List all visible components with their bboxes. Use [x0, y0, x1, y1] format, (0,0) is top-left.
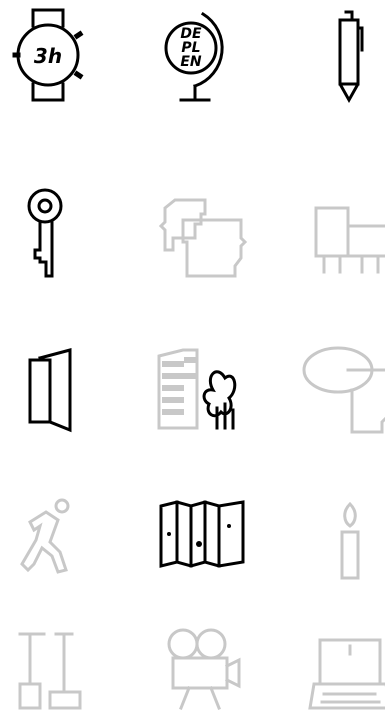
- faces-icon[interactable]: [143, 180, 253, 290]
- screens-icon[interactable]: [290, 180, 385, 290]
- key-icon[interactable]: [0, 180, 110, 290]
- runner-icon[interactable]: [0, 482, 110, 592]
- pen-icon[interactable]: [290, 0, 385, 110]
- laptop-icon[interactable]: [290, 604, 385, 714]
- map-icon[interactable]: [143, 482, 253, 592]
- watch-icon[interactable]: 3h: [0, 0, 110, 110]
- booklet-icon[interactable]: [0, 330, 110, 440]
- candle-icon[interactable]: [290, 482, 385, 592]
- tools-icon[interactable]: [0, 604, 110, 714]
- building-trees-icon[interactable]: [143, 330, 253, 440]
- globe-icon[interactable]: DE PL EN: [143, 0, 253, 110]
- icon-grid: 3h DE PL EN: [0, 0, 385, 714]
- globe-line3: EN: [180, 54, 202, 70]
- camera-icon[interactable]: [143, 604, 253, 714]
- watch-label: 3h: [34, 44, 62, 68]
- thought-icon[interactable]: [290, 330, 385, 440]
